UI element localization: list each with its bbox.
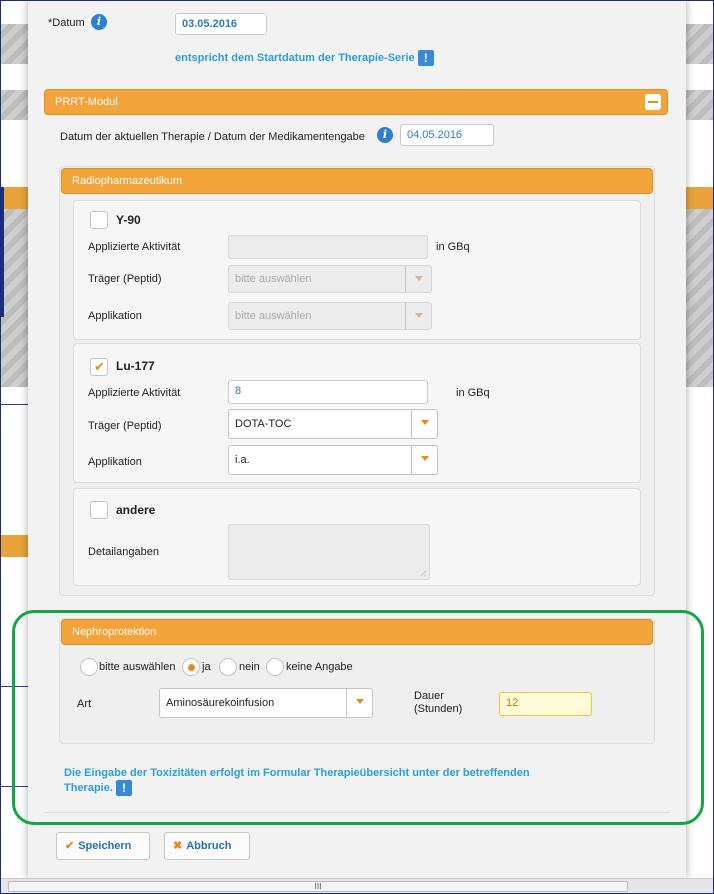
other-section: andere Detailangaben: [73, 488, 641, 586]
y90-activity-label: Applizierte Aktivität: [88, 241, 181, 253]
lu177-carrier-value: DOTA-TOC: [235, 418, 292, 430]
lu177-application-value: i.a.: [235, 454, 250, 466]
save-label: Speichern: [78, 840, 132, 852]
background-nav-edge: [0, 187, 4, 317]
radiopharmaceutical-header: Radiopharmazeutikum: [61, 168, 653, 194]
other-checkbox[interactable]: [90, 501, 108, 519]
chevron-down-icon: [405, 266, 431, 292]
y90-application-value: bitte auswählen: [235, 310, 312, 322]
collapse-icon[interactable]: [645, 94, 661, 110]
lu177-carrier-select[interactable]: DOTA-TOC: [228, 409, 438, 439]
horizontal-scrollbar[interactable]: III: [0, 878, 714, 894]
chevron-down-icon: [411, 446, 437, 474]
y90-activity-input[interactable]: [228, 235, 428, 259]
scrollbar-thumb[interactable]: III: [8, 881, 628, 892]
y90-carrier-value: bitte auswählen: [235, 273, 312, 285]
y90-application-label: Applikation: [88, 310, 142, 322]
therapy-date-input[interactable]: 04.05.2016: [400, 124, 494, 146]
chevron-down-icon: [405, 303, 431, 329]
prrt-module-header: PRRT-Modul: [44, 89, 668, 115]
prrt-module-title: PRRT-Modul: [55, 96, 118, 108]
info-icon[interactable]: i: [91, 14, 107, 30]
y90-unit-label: in GBq: [436, 241, 470, 253]
lu177-section: Lu-177 Applizierte Aktivität 8 in GBq Tr…: [73, 343, 641, 483]
lu177-activity-input[interactable]: 8: [228, 380, 428, 404]
close-icon: ✖: [173, 840, 183, 852]
lu177-application-label: Applikation: [88, 456, 142, 468]
lu177-activity-label: Applizierte Aktivität: [88, 387, 181, 399]
details-label: Detailangaben: [88, 546, 159, 558]
y90-carrier-select[interactable]: bitte auswählen: [228, 265, 432, 293]
cancel-label: Abbruch: [186, 840, 232, 852]
datum-label: *Datum: [48, 17, 85, 29]
y90-carrier-label: Träger (Peptid): [88, 273, 162, 285]
background-orange-bar: [0, 535, 30, 557]
datum-input[interactable]: 03.05.2016: [175, 13, 267, 35]
highlight-outline: [12, 610, 704, 825]
datum-hint-text: entspricht dem Startdatum der Therapie-S…: [175, 51, 415, 64]
y90-label: Y-90: [116, 213, 141, 227]
resize-handle-icon[interactable]: [420, 570, 426, 576]
exclamation-info-icon[interactable]: !: [417, 50, 434, 66]
check-icon: ✔: [65, 840, 75, 852]
details-textarea[interactable]: [228, 524, 430, 580]
lu177-checkbox[interactable]: [90, 358, 108, 376]
y90-section: Y-90 Applizierte Aktivität in GBq Träger…: [73, 200, 641, 340]
y90-application-select[interactable]: bitte auswählen: [228, 302, 432, 330]
cancel-button[interactable]: ✖ Abbruch: [164, 832, 250, 860]
lu177-unit-label: in GBq: [456, 387, 490, 399]
save-button[interactable]: ✔ Speichern: [56, 832, 150, 860]
datum-hint: entspricht dem Startdatum der Therapie-S…: [175, 50, 434, 66]
other-label: andere: [116, 503, 156, 517]
therapy-date-label: Datum der aktuellen Therapie / Datum der…: [60, 131, 365, 143]
lu177-label: Lu-177: [116, 359, 155, 373]
info-icon[interactable]: i: [377, 127, 393, 143]
chevron-down-icon: [411, 410, 437, 438]
lu177-application-select[interactable]: i.a.: [228, 445, 438, 475]
lu177-carrier-label: Träger (Peptid): [88, 420, 162, 432]
y90-checkbox[interactable]: [90, 211, 108, 229]
